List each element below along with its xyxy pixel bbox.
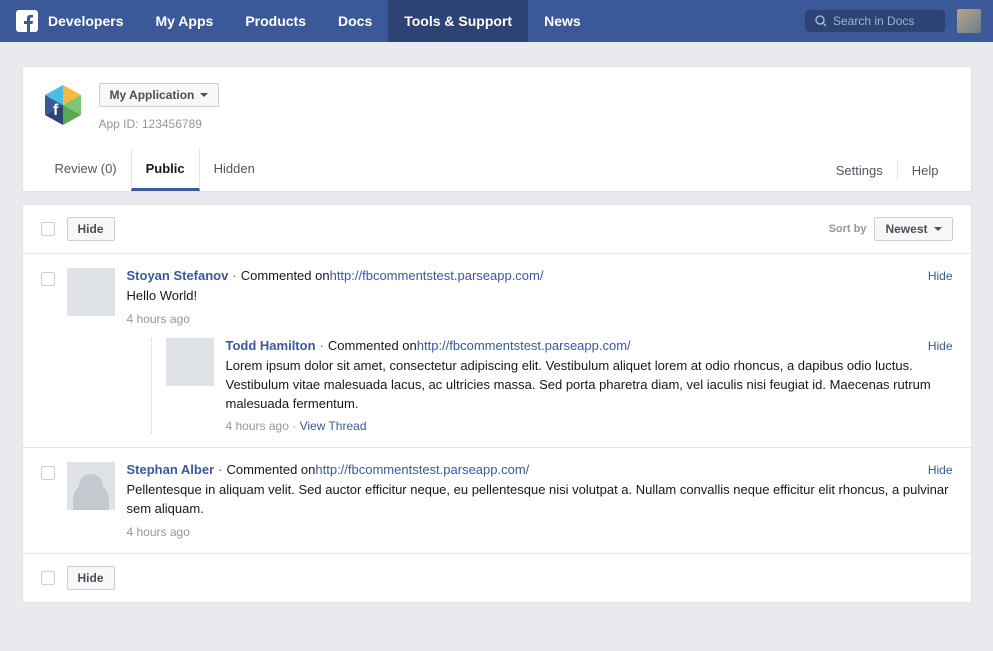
comment-action-text: Commented on [241,268,330,283]
reply-author[interactable]: Todd Hamilton [226,338,316,353]
comment-timestamp: 4 hours ago [127,525,953,539]
app-id-label: App ID: 123456789 [99,117,220,131]
reply-action-text: Commented on [328,338,417,353]
top-toolbar: Hide Sort by Newest [23,205,971,254]
separator: · [218,462,222,477]
select-all-checkbox[interactable] [41,222,55,236]
tab-help[interactable]: Help [898,151,953,190]
comment-avatar[interactable] [67,462,115,510]
brand-label: Developers [48,13,123,29]
select-all-checkbox-bottom[interactable] [41,571,55,585]
comment-target-link[interactable]: http://fbcommentstest.parseapp.com/ [315,462,529,477]
reply-meta: 4 hours ago · View Thread [226,419,953,433]
tab-hidden[interactable]: Hidden [200,149,269,191]
comment-hide-link[interactable]: Hide [928,463,953,477]
tab-review-[interactable]: Review (0) [41,149,131,191]
reply-row: Todd Hamilton · Commented on http://fbco… [151,338,953,434]
nav-item-news[interactable]: News [528,0,597,42]
search-wrap [805,0,981,42]
comment-target-link[interactable]: http://fbcommentstest.parseapp.com/ [330,268,544,283]
comment-avatar[interactable] [67,268,115,316]
nav-item-docs[interactable]: Docs [322,0,388,42]
comment-row: Stephan Alber · Commented on http://fbco… [23,448,971,553]
search-icon [815,15,827,27]
search-box[interactable] [805,10,945,32]
comment-author[interactable]: Stephan Alber [127,462,215,477]
comment-body: Stephan Alber · Commented on http://fbco… [127,462,953,539]
caret-down-icon [934,227,942,231]
nav-item-tools-support[interactable]: Tools & Support [388,0,528,42]
tab-settings[interactable]: Settings [822,151,897,190]
comment-action-text: Commented on [227,462,316,477]
reply-hide-link[interactable]: Hide [928,339,953,353]
bottom-toolbar: Hide [23,553,971,602]
app-selector-dropdown[interactable]: My Application [99,83,220,107]
separator: · [289,419,300,433]
comments-card: Hide Sort by Newest Stoyan Stefanov · Co… [22,204,972,603]
comment-author[interactable]: Stoyan Stefanov [127,268,229,283]
separator: · [232,268,236,283]
facebook-icon [16,10,38,32]
user-avatar[interactable] [957,9,981,33]
svg-text:f: f [53,102,59,119]
tabs-row: Review (0)PublicHidden Settings Help [41,149,953,191]
comment-row: Stoyan Stefanov · Commented on http://fb… [23,254,971,448]
sort-label: Sort by [829,223,867,235]
hide-button[interactable]: Hide [67,217,115,241]
reply-timestamp: 4 hours ago [226,419,289,433]
comment-hide-link[interactable]: Hide [928,269,953,283]
sort-dropdown[interactable]: Newest [874,217,952,241]
separator: · [320,338,324,353]
app-header-card: f My Application App ID: 123456789 Revie… [22,66,972,192]
app-name: My Application [110,88,195,102]
caret-down-icon [200,93,208,97]
view-thread-link[interactable]: View Thread [300,419,367,433]
reply-avatar[interactable] [166,338,214,386]
reply-target-link[interactable]: http://fbcommentstest.parseapp.com/ [417,338,631,353]
comment-checkbox[interactable] [41,466,55,480]
brand[interactable]: Developers [0,0,139,42]
comment-timestamp: 4 hours ago [127,312,953,326]
tab-public[interactable]: Public [131,149,200,191]
search-input[interactable] [833,14,935,28]
top-nav: Developers My AppsProductsDocsTools & Su… [0,0,993,42]
comment-text: Pellentesque in aliquam velit. Sed aucto… [127,481,953,519]
sort-value: Newest [885,222,927,236]
comment-body: Stoyan Stefanov · Commented on http://fb… [127,268,953,433]
nav-item-my-apps[interactable]: My Apps [139,0,229,42]
reply-text: Lorem ipsum dolor sit amet, consectetur … [226,357,953,414]
comment-text: Hello World! [127,287,953,306]
reply-body: Todd Hamilton · Commented on http://fbco… [226,338,953,434]
comment-checkbox[interactable] [41,272,55,286]
hide-button-bottom[interactable]: Hide [67,566,115,590]
nav-item-products[interactable]: Products [229,0,322,42]
app-logo: f [41,83,85,127]
